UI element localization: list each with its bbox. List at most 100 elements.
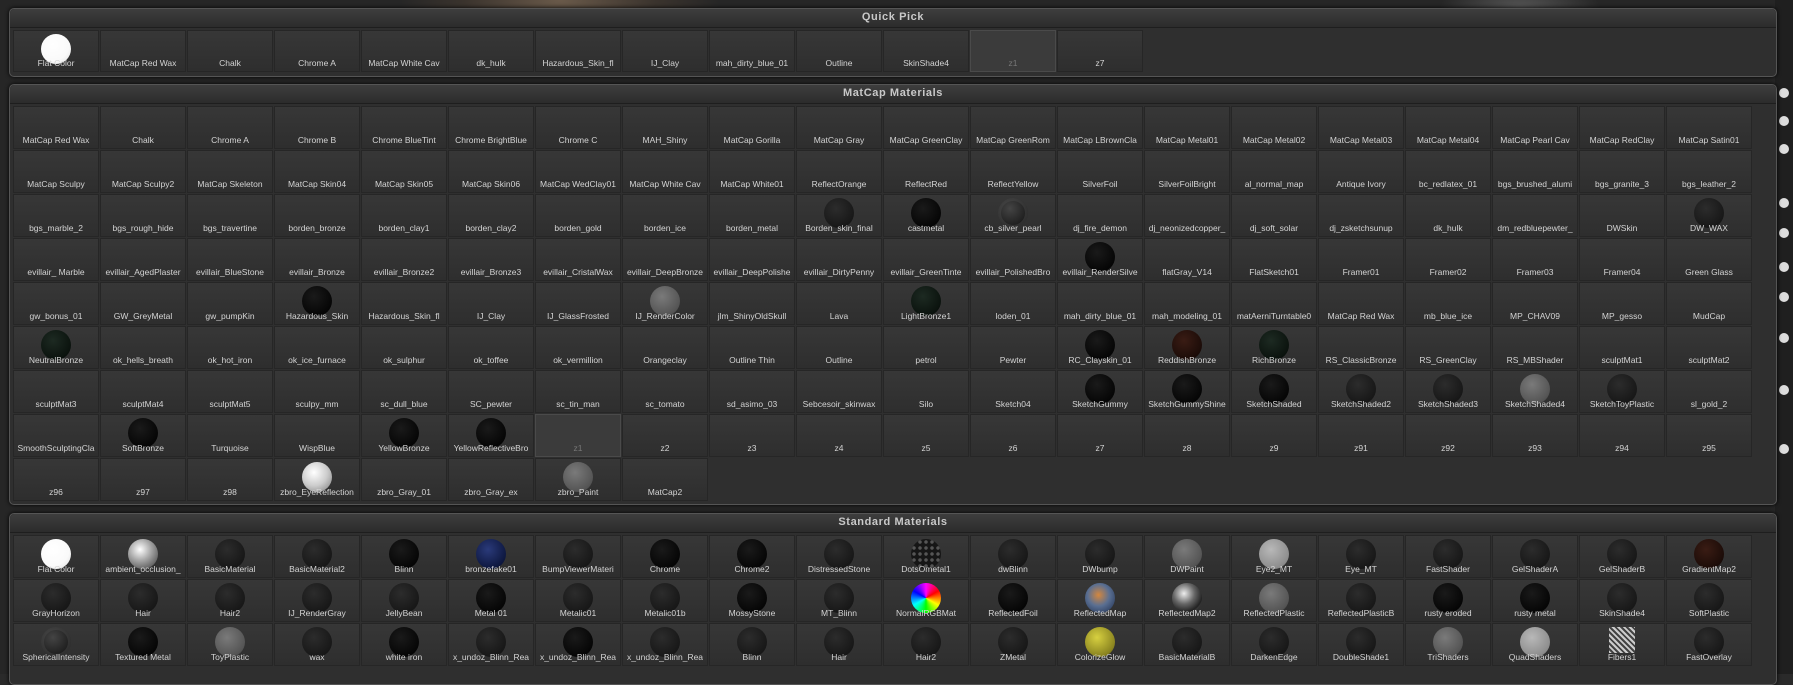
material-slot[interactable]: Sebcesoir_skinwax bbox=[796, 370, 882, 413]
material-slot[interactable]: MatCap Pearl Cav bbox=[1492, 106, 1578, 149]
material-slot[interactable]: evillair_RenderSilve bbox=[1057, 238, 1143, 281]
material-slot[interactable]: sculptMat5 bbox=[187, 370, 273, 413]
material-slot[interactable]: MatCap White Cav bbox=[622, 150, 708, 193]
material-slot[interactable]: BasicMaterial bbox=[187, 535, 273, 578]
material-slot[interactable]: Chrome B bbox=[274, 106, 360, 149]
material-slot[interactable]: bgs_travertine bbox=[187, 194, 273, 237]
material-slot[interactable]: ok_toffee bbox=[448, 326, 534, 369]
material-slot[interactable]: loden_01 bbox=[970, 282, 1056, 325]
radio-dot-icon[interactable] bbox=[1779, 228, 1789, 238]
material-slot[interactable]: Hair2 bbox=[187, 579, 273, 622]
material-slot[interactable]: MatCap White Cav bbox=[361, 30, 447, 72]
material-slot[interactable]: sculptMat2 bbox=[1666, 326, 1752, 369]
material-slot[interactable]: ReflectedMap bbox=[1057, 579, 1143, 622]
material-slot[interactable]: MatCap Sculpy2 bbox=[100, 150, 186, 193]
radio-dot-icon[interactable] bbox=[1779, 88, 1789, 98]
material-slot[interactable]: BumpViewerMateri bbox=[535, 535, 621, 578]
material-slot[interactable]: Antique Ivory bbox=[1318, 150, 1404, 193]
material-slot[interactable]: flatGray_V14 bbox=[1144, 238, 1230, 281]
material-slot[interactable]: BasicMaterialB bbox=[1144, 623, 1230, 666]
material-slot[interactable]: SphericalIntensity bbox=[13, 623, 99, 666]
material-slot[interactable]: MatCap2 bbox=[622, 458, 708, 501]
material-slot[interactable]: z4 bbox=[796, 414, 882, 457]
material-slot[interactable]: sc_tomato bbox=[622, 370, 708, 413]
material-slot[interactable]: MatCap Skeleton bbox=[187, 150, 273, 193]
material-slot[interactable]: bgs_leather_2 bbox=[1666, 150, 1752, 193]
material-slot[interactable]: MatCap Gorilla bbox=[709, 106, 795, 149]
material-slot[interactable]: Hair2 bbox=[883, 623, 969, 666]
material-slot[interactable]: z6 bbox=[970, 414, 1056, 457]
material-slot[interactable]: Chrome A bbox=[187, 106, 273, 149]
material-slot[interactable]: Silo bbox=[883, 370, 969, 413]
material-slot[interactable]: RichBronze bbox=[1231, 326, 1317, 369]
material-slot[interactable]: z1 bbox=[535, 414, 621, 457]
material-slot[interactable]: Blinn bbox=[709, 623, 795, 666]
material-slot[interactable]: white iron bbox=[361, 623, 447, 666]
material-slot[interactable]: borden_ice bbox=[622, 194, 708, 237]
material-slot[interactable]: Sketch04 bbox=[970, 370, 1056, 413]
material-slot[interactable]: dj_soft_solar bbox=[1231, 194, 1317, 237]
material-slot[interactable]: dj_fire_demon bbox=[1057, 194, 1143, 237]
material-slot[interactable]: Hazardous_Skin bbox=[274, 282, 360, 325]
material-slot[interactable]: Hair bbox=[796, 623, 882, 666]
material-slot[interactable]: evillair_CristalWax bbox=[535, 238, 621, 281]
material-slot[interactable]: YellowBronze bbox=[361, 414, 447, 457]
material-slot[interactable]: dj_neonizedcopper_ bbox=[1144, 194, 1230, 237]
material-slot[interactable]: matAerniTurntable0 bbox=[1231, 282, 1317, 325]
material-slot[interactable]: ok_hot_iron bbox=[187, 326, 273, 369]
material-slot[interactable]: evillair_AgedPlaster bbox=[100, 238, 186, 281]
material-slot[interactable]: FlatSketch01 bbox=[1231, 238, 1317, 281]
material-slot[interactable]: petrol bbox=[883, 326, 969, 369]
material-slot[interactable]: ok_vermillion bbox=[535, 326, 621, 369]
material-slot[interactable]: ambient_occlusion_ bbox=[100, 535, 186, 578]
material-slot[interactable]: borden_clay1 bbox=[361, 194, 447, 237]
material-slot[interactable]: GW_GreyMetal bbox=[100, 282, 186, 325]
material-slot[interactable]: SketchShaded2 bbox=[1318, 370, 1404, 413]
material-slot[interactable]: TriShaders bbox=[1405, 623, 1491, 666]
material-slot[interactable]: RS_GreenClay bbox=[1405, 326, 1491, 369]
material-slot[interactable]: dm_redbluepewter_ bbox=[1492, 194, 1578, 237]
material-slot[interactable]: MatCap Red Wax bbox=[1318, 282, 1404, 325]
material-slot[interactable]: z7 bbox=[1057, 30, 1143, 72]
material-slot[interactable]: Blinn bbox=[361, 535, 447, 578]
material-slot[interactable]: MT_Blinn bbox=[796, 579, 882, 622]
material-slot[interactable]: ReflectedPlasticB bbox=[1318, 579, 1404, 622]
material-slot[interactable]: ReflectedMap2 bbox=[1144, 579, 1230, 622]
material-slot[interactable]: MatCap Sculpy bbox=[13, 150, 99, 193]
material-slot[interactable]: MP_gesso bbox=[1579, 282, 1665, 325]
material-slot[interactable]: mb_blue_ice bbox=[1405, 282, 1491, 325]
material-slot[interactable]: RS_ClassicBronze bbox=[1318, 326, 1404, 369]
material-slot[interactable]: MatCap Skin06 bbox=[448, 150, 534, 193]
material-slot[interactable]: Hair bbox=[100, 579, 186, 622]
material-slot[interactable]: ReddishBronze bbox=[1144, 326, 1230, 369]
material-slot[interactable]: Lava bbox=[796, 282, 882, 325]
material-slot[interactable]: SoftBronze bbox=[100, 414, 186, 457]
material-slot[interactable]: dj_zsketchsunup bbox=[1318, 194, 1404, 237]
material-slot[interactable]: NormalRGBMat bbox=[883, 579, 969, 622]
material-slot[interactable]: Turquoise bbox=[187, 414, 273, 457]
material-slot[interactable]: RS_MBShader bbox=[1492, 326, 1578, 369]
radio-dot-icon[interactable] bbox=[1779, 198, 1789, 208]
material-slot[interactable]: evillair_Bronze2 bbox=[361, 238, 447, 281]
material-slot[interactable]: sculptMat3 bbox=[13, 370, 99, 413]
material-slot[interactable]: z95 bbox=[1666, 414, 1752, 457]
material-slot[interactable]: rusty eroded bbox=[1405, 579, 1491, 622]
material-slot[interactable]: Eye_MT bbox=[1318, 535, 1404, 578]
material-slot[interactable]: Flat Color bbox=[13, 535, 99, 578]
material-slot[interactable]: DarkenEdge bbox=[1231, 623, 1317, 666]
material-slot[interactable]: gw_pumpKin bbox=[187, 282, 273, 325]
material-slot[interactable]: Chrome BlueTint bbox=[361, 106, 447, 149]
material-slot[interactable]: bgs_rough_hide bbox=[100, 194, 186, 237]
material-slot[interactable]: z98 bbox=[187, 458, 273, 501]
material-slot[interactable]: SketchGummy bbox=[1057, 370, 1143, 413]
material-slot[interactable]: NeutralBronze bbox=[13, 326, 99, 369]
material-slot[interactable]: evillair_BlueStone bbox=[187, 238, 273, 281]
material-slot[interactable]: MatCap Skin04 bbox=[274, 150, 360, 193]
material-slot[interactable]: ReflectOrange bbox=[796, 150, 882, 193]
material-slot[interactable]: Chrome bbox=[622, 535, 708, 578]
material-slot[interactable]: DistressedStone bbox=[796, 535, 882, 578]
material-slot[interactable]: Framer01 bbox=[1318, 238, 1404, 281]
material-slot[interactable]: GelShaderA bbox=[1492, 535, 1578, 578]
material-slot[interactable]: dk_hulk bbox=[1405, 194, 1491, 237]
material-slot[interactable]: sculptMat4 bbox=[100, 370, 186, 413]
